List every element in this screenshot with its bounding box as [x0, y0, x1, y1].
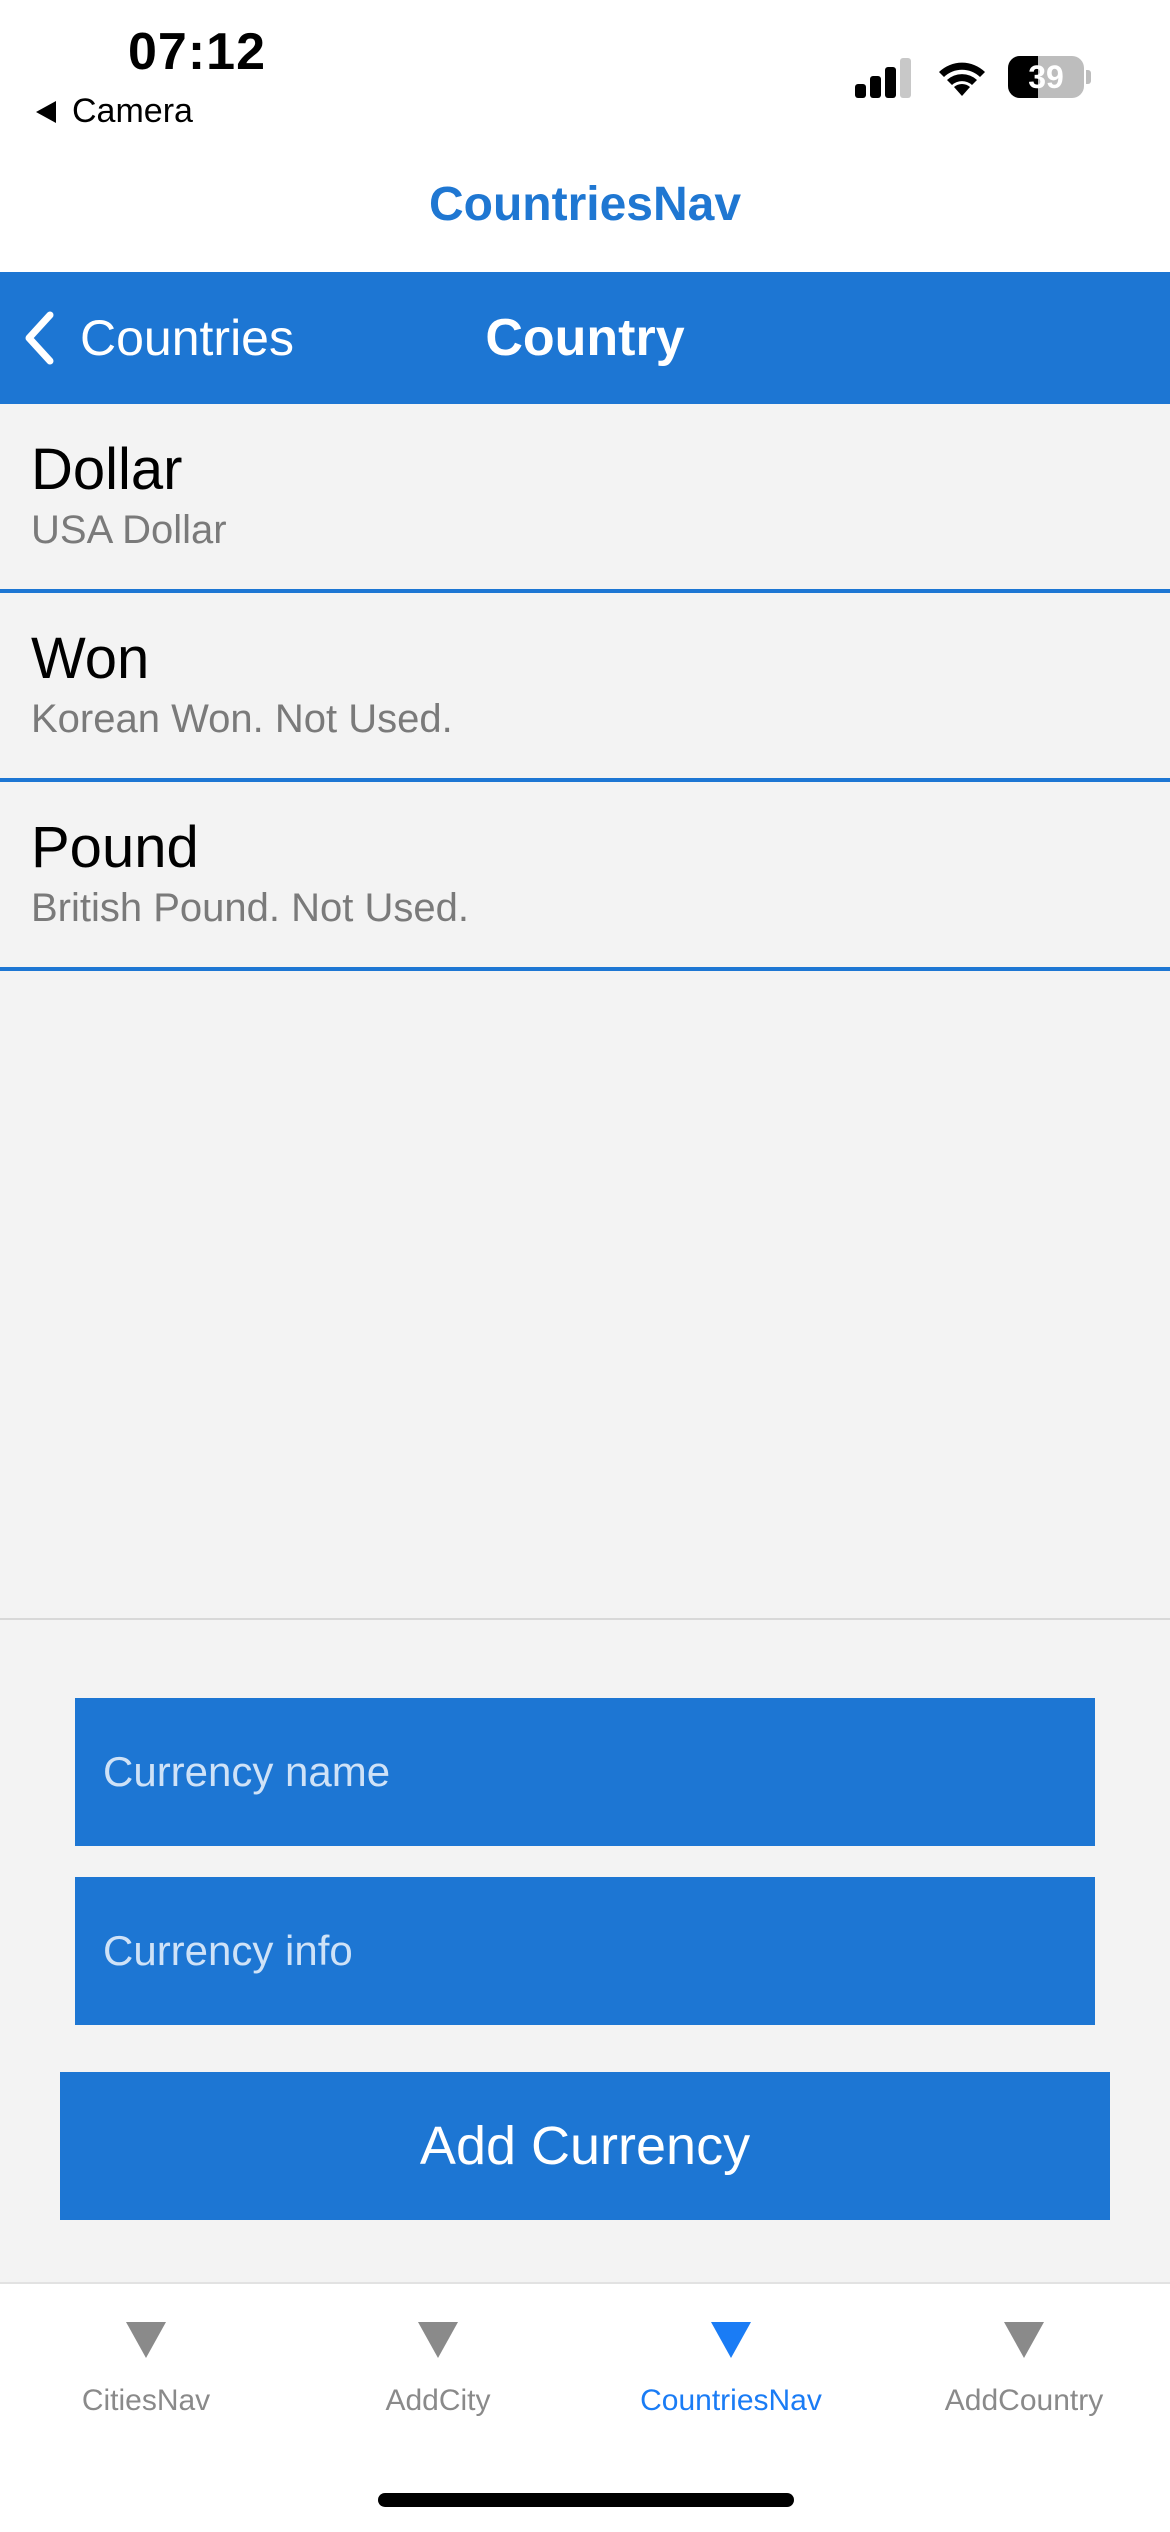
back-to-app-link[interactable]: Camera: [36, 92, 193, 131]
form-divider: [0, 1618, 1170, 1620]
navigation-bar: Countries Country: [0, 272, 1170, 404]
currency-list: Dollar USA Dollar Won Korean Won. Not Us…: [0, 404, 1170, 971]
tab-triangle-icon: [1004, 2322, 1044, 2358]
page-title: Country: [485, 309, 685, 367]
tab-bar: CitiesNav AddCity CountriesNav AddCountr…: [0, 2282, 1170, 2532]
tab-addcity[interactable]: AddCity: [292, 2284, 584, 2444]
wifi-icon: [939, 62, 985, 96]
tab-addcountry[interactable]: AddCountry: [878, 2284, 1170, 2444]
list-item[interactable]: Won Korean Won. Not Used.: [0, 593, 1170, 782]
currency-info-input[interactable]: [75, 1877, 1095, 2025]
add-currency-button[interactable]: Add Currency: [60, 2072, 1110, 2220]
tab-countriesnav[interactable]: CountriesNav: [585, 2284, 877, 2444]
tab-label: AddCity: [385, 2384, 491, 2417]
currency-name: Dollar: [31, 437, 183, 502]
tab-label: AddCountry: [944, 2384, 1104, 2417]
tab-label: CountriesNav: [640, 2384, 822, 2417]
back-app-label: Camera: [72, 92, 193, 130]
status-bar: 07:12 Camera 39: [0, 0, 1170, 150]
tab-triangle-icon: [126, 2322, 166, 2358]
currency-name: Won: [31, 626, 150, 691]
cellular-signal-icon: [855, 58, 915, 98]
tab-triangle-icon: [711, 2322, 751, 2358]
tab-citiesnav[interactable]: CitiesNav: [0, 2284, 292, 2444]
currency-name: Pound: [31, 815, 199, 880]
back-triangle-icon: [36, 100, 56, 123]
home-indicator[interactable]: [378, 2493, 794, 2507]
battery-icon: 39: [1008, 56, 1091, 98]
app-title: CountriesNav: [0, 150, 1170, 272]
list-item[interactable]: Pound British Pound. Not Used.: [0, 782, 1170, 971]
tab-label: CitiesNav: [81, 2384, 211, 2417]
currency-info: Korean Won. Not Used.: [31, 697, 453, 741]
tab-triangle-icon: [418, 2322, 458, 2358]
battery-percent: 39: [1028, 59, 1064, 95]
currency-info: British Pound. Not Used.: [31, 886, 469, 930]
list-item[interactable]: Dollar USA Dollar: [0, 404, 1170, 593]
status-time: 07:12: [128, 23, 266, 81]
currency-info: USA Dollar: [31, 508, 227, 552]
currency-name-input[interactable]: [75, 1698, 1095, 1846]
screen: 07:12 Camera 39 CountriesNav Countries C…: [0, 0, 1170, 2532]
